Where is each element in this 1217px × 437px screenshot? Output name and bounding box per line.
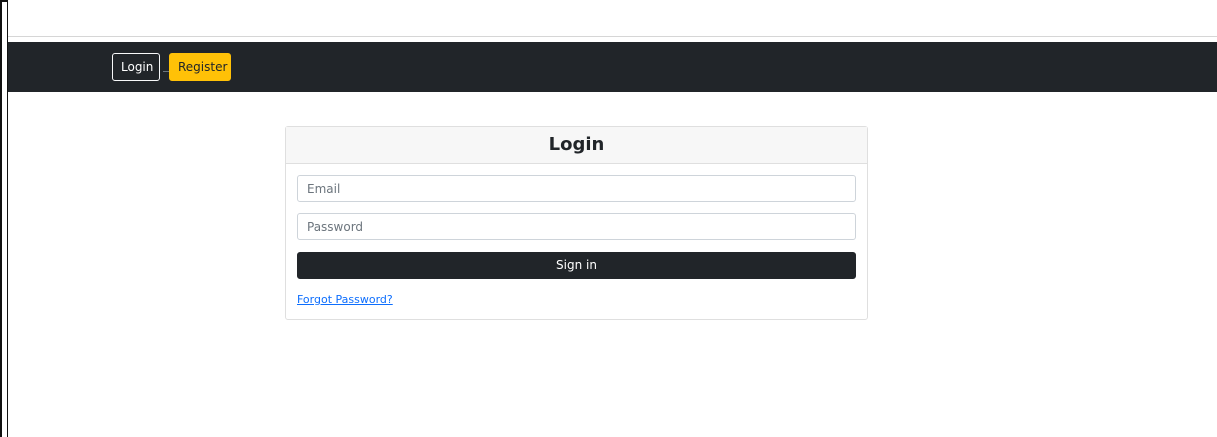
email-field[interactable] <box>297 175 856 202</box>
top-strip-divider <box>8 36 1217 37</box>
forgot-password-link[interactable]: Forgot Password? <box>297 293 393 306</box>
login-card-title: Login <box>286 127 867 164</box>
nav-register-button[interactable]: Register <box>169 53 231 81</box>
nav-login-button[interactable]: Login <box>112 53 160 81</box>
browser-top-strip <box>8 0 1217 38</box>
sign-in-button[interactable]: Sign in <box>297 252 856 279</box>
password-field[interactable] <box>297 213 856 240</box>
top-navbar: Login Register <box>8 42 1217 92</box>
login-card: Login Sign in Forgot Password? <box>285 126 868 320</box>
